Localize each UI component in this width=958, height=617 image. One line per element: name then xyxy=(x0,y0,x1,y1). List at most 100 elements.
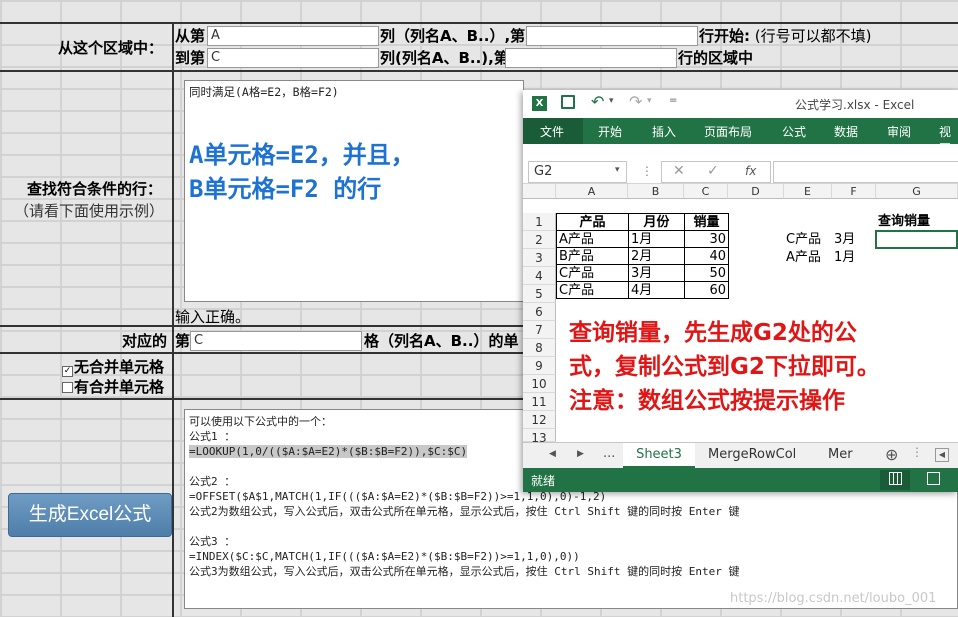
row-header[interactable]: 10 xyxy=(523,375,556,393)
cancel-icon[interactable]: ✕ xyxy=(673,163,685,179)
formula-input[interactable] xyxy=(773,161,958,183)
sheet-tab-active[interactable]: Sheet3 xyxy=(623,443,695,469)
sheet-more[interactable]: ... xyxy=(603,446,615,461)
cell-b1[interactable]: 月份 xyxy=(628,213,685,231)
customize-toolbar-icon[interactable]: = xyxy=(669,95,677,106)
name-box-dropdown-icon[interactable]: ▾ xyxy=(615,165,620,175)
generate-formula-button[interactable]: 生成Excel公式 xyxy=(8,493,172,537)
note-line: 式，复制公式到G2下拉即可。 xyxy=(569,354,880,380)
row-header[interactable]: 13 xyxy=(523,429,556,445)
row-header[interactable]: 3 xyxy=(523,249,556,267)
to-row-input[interactable] xyxy=(505,48,677,68)
row-header[interactable]: 4 xyxy=(523,267,556,285)
excel-title: 公式学习.xlsx - Excel xyxy=(795,98,915,112)
row-header[interactable]: 8 xyxy=(523,339,556,357)
cell-e2[interactable]: C产品 xyxy=(784,231,823,249)
formula-bar-more-icon[interactable]: ⋮ xyxy=(641,164,653,178)
watermark: https://blog.csdn.net/loubo_001 xyxy=(730,591,937,606)
result-prefix: 第 xyxy=(175,332,191,350)
cell-a3[interactable]: B产品 xyxy=(556,247,629,265)
to-column-input[interactable]: C xyxy=(207,48,379,68)
enter-icon[interactable]: ✓ xyxy=(707,163,719,179)
from-row-input[interactable] xyxy=(526,26,698,46)
row-header[interactable]: 12 xyxy=(523,411,556,429)
row-header[interactable]: 9 xyxy=(523,357,556,375)
row-header[interactable]: 11 xyxy=(523,393,556,411)
row-header[interactable]: 2 xyxy=(523,231,556,249)
cell-c1[interactable]: 销量 xyxy=(684,213,729,231)
cell-c5[interactable]: 60 xyxy=(684,281,729,299)
condition-explain-line2: B单元格=F2 的行 xyxy=(189,175,382,203)
save-icon[interactable] xyxy=(561,95,575,109)
scroll-more-icon[interactable]: ⋮ xyxy=(911,445,923,459)
sheet-tab[interactable]: MergeRowCol xyxy=(708,447,796,462)
page-layout-view-icon[interactable] xyxy=(927,472,940,485)
tab-home[interactable]: 开始 xyxy=(598,123,622,140)
col-header[interactable]: F xyxy=(832,184,876,199)
tab-file[interactable]: 文件 xyxy=(540,123,564,140)
condition-sublabel: （请看下面使用示例） xyxy=(14,202,165,220)
col-header[interactable]: B xyxy=(628,184,684,199)
row-start-note: 行开始: (行号可以都不填) xyxy=(699,27,872,45)
sheet-next-icon[interactable]: ▶ xyxy=(577,449,584,459)
sheet-prev-icon[interactable]: ◀ xyxy=(549,449,556,459)
name-box[interactable]: G2 xyxy=(528,161,627,183)
option-has-merge[interactable]: 有合并单元格 xyxy=(62,376,164,397)
redo-dropdown-icon[interactable]: ▾ xyxy=(647,96,652,106)
cell-g1[interactable]: 查询销量 xyxy=(876,213,932,231)
cell-a2[interactable]: A产品 xyxy=(556,230,629,248)
row-header[interactable]: 1 xyxy=(523,213,556,231)
col-header[interactable]: G xyxy=(876,184,958,199)
tab-review[interactable]: 审阅 xyxy=(887,123,911,140)
tab-data[interactable]: 数据 xyxy=(834,123,858,140)
tab-page-layout[interactable]: 页面布局 xyxy=(704,123,752,140)
from-column-input[interactable]: A xyxy=(207,26,379,46)
option-no-merge[interactable]: ✓ 无合并单元格 xyxy=(62,356,164,377)
condition-label: 查找符合条件的行： xyxy=(27,180,163,198)
redo-icon[interactable]: ↷ xyxy=(629,92,642,111)
row-header[interactable]: 6 xyxy=(523,303,556,321)
tab-formulas[interactable]: 公式 xyxy=(782,123,806,140)
cell-b3[interactable]: 2月 xyxy=(628,247,685,265)
col-header[interactable]: E xyxy=(784,184,832,199)
excel-logo-icon: X xyxy=(532,96,547,111)
cell-c3[interactable]: 40 xyxy=(684,247,729,265)
output-line: 公式3为数组公式，写入公式后，双击公式所在单元格，显示公式后，按住 Ctrl S… xyxy=(189,565,740,578)
normal-view-icon[interactable] xyxy=(889,472,902,485)
output-line-selected: =LOOKUP(1,0/(($A:$A=E2)*($B:$B=F2)),$C:$… xyxy=(189,445,468,458)
output-line: =INDEX($C:$C,MATCH(1,IF((($A:$A=E2)*($B:… xyxy=(189,550,580,563)
insert-function-icon[interactable]: fx xyxy=(745,164,756,178)
cell-b4[interactable]: 3月 xyxy=(628,264,685,282)
result-column-input[interactable]: C xyxy=(190,331,362,351)
row-header[interactable]: 5 xyxy=(523,285,556,303)
condition-explain-line1: A单元格=E2，并且， xyxy=(189,141,415,169)
selected-cell-g2[interactable] xyxy=(875,230,958,249)
excel-ribbon-tabs: 文件 开始 插入 页面布局 公式 数据 审阅 视图 xyxy=(523,118,958,156)
cell-f2[interactable]: 3月 xyxy=(832,231,857,249)
col-header[interactable]: D xyxy=(728,184,784,199)
tab-insert[interactable]: 插入 xyxy=(652,123,676,140)
col-header[interactable]: C xyxy=(684,184,728,199)
cell-b5[interactable]: 4月 xyxy=(628,281,685,299)
cell-a4[interactable]: C产品 xyxy=(556,264,629,282)
status-bar: 就绪 xyxy=(523,468,958,492)
cell-c2[interactable]: 30 xyxy=(684,230,729,248)
cell-a5[interactable]: C产品 xyxy=(556,281,629,299)
condition-textarea[interactable]: 同时满足(A格=E2，B格=F2) A单元格=E2，并且， B单元格=F2 的行 xyxy=(184,80,524,302)
cell-e3[interactable]: A产品 xyxy=(784,249,823,267)
scroll-left-icon[interactable]: ◀ xyxy=(935,448,949,462)
region-label: 从这个区域中： xyxy=(58,39,164,57)
sheet-tab[interactable]: Mer xyxy=(828,447,853,462)
add-sheet-icon[interactable]: ⊕ xyxy=(885,445,898,464)
select-all-corner[interactable] xyxy=(523,184,556,199)
undo-icon[interactable]: ↶ xyxy=(591,92,604,111)
row-header[interactable]: 7 xyxy=(523,321,556,339)
cell-f3[interactable]: 1月 xyxy=(832,249,857,267)
cell-c4[interactable]: 50 xyxy=(684,264,729,282)
col-header[interactable]: A xyxy=(556,184,628,199)
cell-b2[interactable]: 1月 xyxy=(628,230,685,248)
undo-dropdown-icon[interactable]: ▾ xyxy=(609,96,614,106)
cell-a1[interactable]: 产品 xyxy=(556,213,629,231)
checkbox-empty-icon[interactable] xyxy=(62,382,73,393)
